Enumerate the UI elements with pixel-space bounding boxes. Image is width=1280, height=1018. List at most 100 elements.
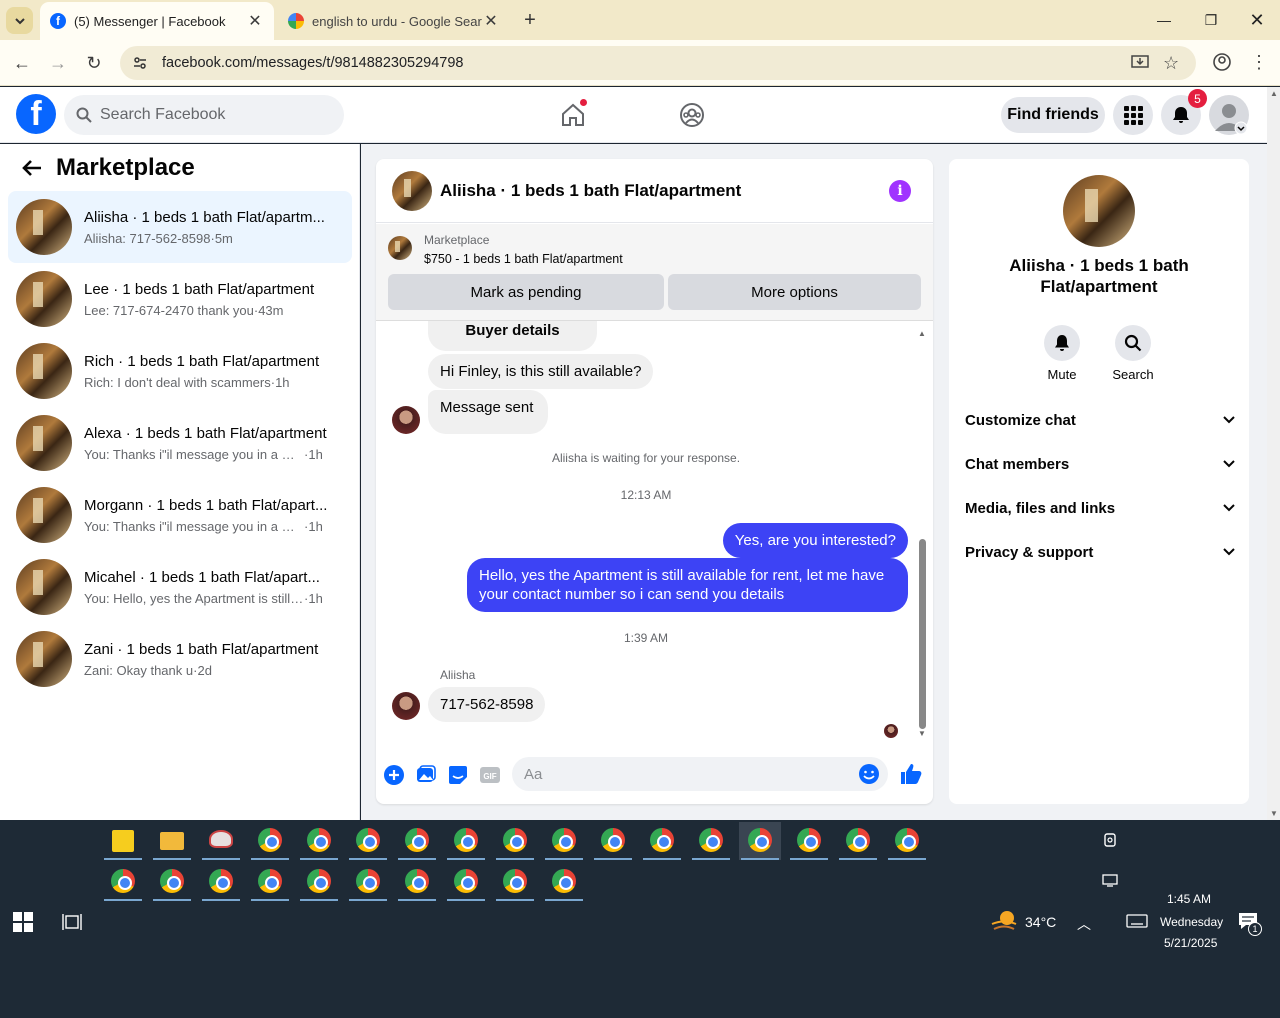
conversation-item[interactable]: Alexa · 1 beds 1 bath Flat/apartment You… [8,407,352,479]
forward-button[interactable]: → [45,50,71,76]
conversation-item[interactable]: Morgann · 1 beds 1 bath Flat/apart... Yo… [8,479,352,551]
scrollbar-thumb[interactable] [919,539,926,729]
profile-icon[interactable] [1212,52,1232,72]
message-input-box[interactable] [512,757,888,791]
windows-start-icon[interactable] [13,912,33,932]
listing-avatar[interactable] [392,170,432,211]
site-info-icon[interactable] [132,55,148,71]
taskbar-chrome[interactable] [347,863,389,901]
chat-title[interactable]: Aliisha · 1 beds 1 bath Flat/apartment [440,181,741,201]
taskbar-chrome[interactable] [543,822,585,860]
taskbar-chrome[interactable] [298,822,340,860]
media-files-links-section[interactable]: Media, files and links [965,488,1235,528]
taskbar-snipping-tool[interactable] [200,822,242,860]
restore-button[interactable]: ❐ [1188,0,1234,40]
message-timestamp: 1:39 AM [623,631,669,645]
tab-search-button[interactable] [6,7,33,34]
conversation-item[interactable]: Zani · 1 beds 1 bath Flat/apartment Zani… [8,623,352,695]
thumbs-up-icon[interactable] [898,761,924,787]
taskbar-file-explorer[interactable] [151,822,193,860]
chat-members-section[interactable]: Chat members [965,444,1235,484]
page-scrollbar[interactable]: ▲ ▼ [1267,87,1280,820]
taskbar-chrome[interactable] [151,863,193,901]
clock-day[interactable]: Wednesday [1160,915,1223,929]
taskbar-chrome[interactable] [445,822,487,860]
mute-action[interactable]: Mute [1032,325,1092,382]
close-tab-icon[interactable]: ✕ [482,12,500,30]
keyboard-icon[interactable] [1126,914,1148,928]
plus-circle-icon[interactable] [383,764,405,786]
taskbar-chrome[interactable] [396,863,438,901]
home-nav[interactable] [557,99,589,131]
close-window-button[interactable]: ✕ [1234,0,1280,40]
taskbar-chrome[interactable] [347,822,389,860]
minimize-button[interactable]: — [1141,0,1187,40]
display-icon[interactable] [1102,872,1118,888]
search-action[interactable]: Search [1103,325,1163,382]
more-options-button[interactable]: More options [668,274,921,310]
listing-description[interactable]: $750 - 1 beds 1 bath Flat/apartment [424,252,623,266]
clock-date[interactable]: 5/21/2025 [1164,936,1217,950]
groups-nav[interactable] [676,99,708,131]
search-input[interactable] [100,106,320,124]
bookmark-star-icon[interactable]: ☆ [1163,53,1179,74]
taskbar-chrome[interactable] [396,822,438,860]
taskbar-chrome[interactable] [249,822,291,860]
taskbar-chrome[interactable] [494,863,536,901]
taskbar-chrome[interactable] [543,863,585,901]
gif-icon[interactable]: GIF [479,764,501,786]
back-arrow-icon[interactable] [18,159,46,177]
mark-as-pending-button[interactable]: Mark as pending [388,274,664,310]
find-friends-button[interactable]: Find friends [1001,97,1105,133]
clock-time[interactable]: 1:45 AM [1167,892,1211,906]
taskbar-sticky-notes[interactable] [102,822,144,860]
notification-center-icon[interactable]: 1 [1238,912,1262,936]
taskbar-chrome[interactable] [641,822,683,860]
customize-chat-section[interactable]: Customize chat [965,400,1235,440]
photo-icon[interactable] [415,764,437,786]
reload-button[interactable]: ↻ [81,50,107,76]
conversation-item[interactable]: Aliisha · 1 beds 1 bath Flat/apartm... A… [8,191,352,263]
new-tab-button[interactable]: + [518,8,542,32]
browser-menu-icon[interactable]: ⋮ [1250,52,1268,73]
taskbar-chrome[interactable] [445,863,487,901]
conversation-item[interactable]: Lee · 1 beds 1 bath Flat/apartment Lee: … [8,263,352,335]
taskbar-chrome[interactable] [494,822,536,860]
privacy-support-section[interactable]: Privacy & support [965,532,1235,572]
taskbar-chrome[interactable] [690,822,732,860]
taskbar-chrome[interactable] [592,822,634,860]
taskbar-chrome[interactable] [298,863,340,901]
emoji-icon[interactable] [858,763,880,785]
meet-now-icon[interactable] [1102,832,1118,848]
taskbar-chrome[interactable] [102,863,144,901]
facebook-search[interactable] [64,95,344,135]
weather-icon[interactable] [991,909,1017,933]
listing-avatar[interactable] [1063,175,1135,247]
sticker-icon[interactable] [447,764,469,786]
taskbar-chrome[interactable] [249,863,291,901]
menu-button[interactable] [1113,95,1153,135]
conversation-item[interactable]: Rich · 1 beds 1 bath Flat/apartment Rich… [8,335,352,407]
info-icon[interactable]: i [889,180,911,202]
conversation-item[interactable]: Micahel · 1 beds 1 bath Flat/apart... Yo… [8,551,352,623]
taskbar-chrome-active[interactable] [739,822,781,860]
account-button[interactable] [1209,95,1249,135]
message-scrollbar[interactable]: ▲ ▼ [917,329,927,739]
tab-messenger[interactable]: f (5) Messenger | Facebook ✕ [40,2,274,40]
task-view-icon[interactable] [62,912,82,932]
address-bar[interactable]: facebook.com/messages/t/9814882305294798 [120,46,1196,80]
taskbar-chrome[interactable] [837,822,879,860]
show-hidden-icons-icon[interactable]: ︿ [1077,914,1091,934]
facebook-logo-icon[interactable]: f [16,94,56,134]
install-app-icon[interactable] [1131,55,1149,71]
taskbar-chrome[interactable] [788,822,830,860]
notifications-button[interactable]: 5 [1161,89,1207,135]
temperature[interactable]: 34°C [1025,914,1056,930]
back-button[interactable]: ← [9,50,35,76]
taskbar-chrome[interactable] [200,863,242,901]
close-tab-icon[interactable]: ✕ [246,12,264,30]
taskbar-chrome[interactable] [886,822,928,860]
message-input[interactable] [524,765,844,783]
buyer-details-button[interactable]: Buyer details [428,321,597,351]
tab-google-search[interactable]: english to urdu - Google Search ✕ [278,2,510,40]
